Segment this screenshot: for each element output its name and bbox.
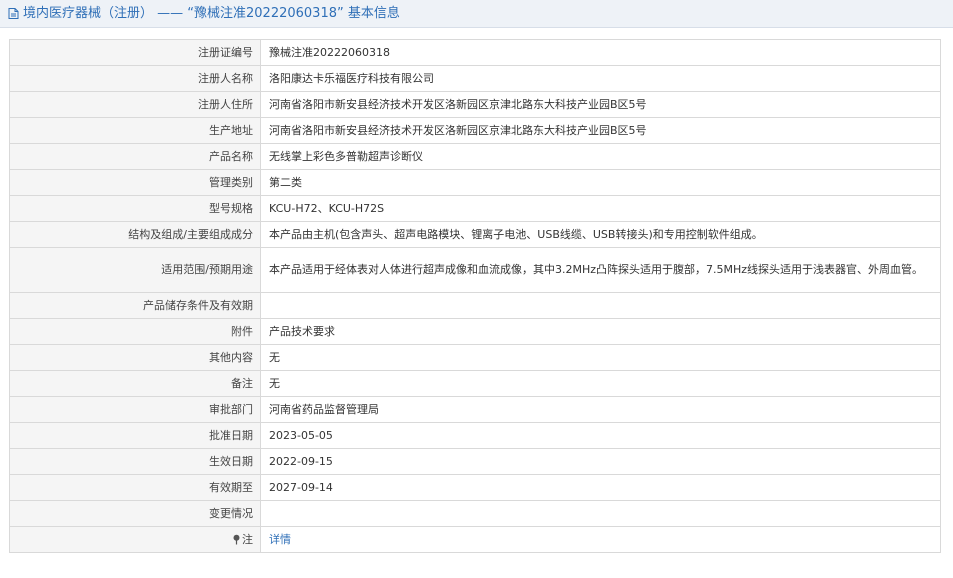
table-row-registrant-name: 注册人名称 洛阳康达卡乐福医疗科技有限公司 (9, 65, 941, 92)
field-label: 结构及组成/主要组成成分 (9, 221, 261, 248)
table-row-approval-date: 批准日期 2023-05-05 (9, 422, 941, 449)
field-label: 其他内容 (9, 344, 261, 371)
page-header: 境内医疗器械（注册） —— “豫械注准20222060318” 基本信息 (0, 0, 953, 28)
field-label: 审批部门 (9, 396, 261, 423)
field-label: 有效期至 (9, 474, 261, 501)
field-label: 注册证编号 (9, 39, 261, 66)
field-label: 注册人名称 (9, 65, 261, 92)
field-label: 适用范围/预期用途 (9, 247, 261, 293)
note-label: 注 (9, 526, 261, 553)
table-row-note: 注 详情 (9, 526, 941, 553)
field-value: 无 (260, 344, 941, 371)
field-label: 生产地址 (9, 117, 261, 144)
field-value: 2027-09-14 (260, 474, 941, 501)
field-value: 无线掌上彩色多普勒超声诊断仪 (260, 143, 941, 170)
table-row-other-content: 其他内容 无 (9, 344, 941, 371)
field-value: 2023-05-05 (260, 422, 941, 449)
field-value: 洛阳康达卡乐福医疗科技有限公司 (260, 65, 941, 92)
table-row-registration-number: 注册证编号 豫械注准20222060318 (9, 39, 941, 66)
field-value: 豫械注准20222060318 (260, 39, 941, 66)
field-value (260, 292, 941, 319)
table-row-model-spec: 型号规格 KCU-H72、KCU-H72S (9, 195, 941, 222)
page-title: 境内医疗器械（注册） —— “豫械注准20222060318” 基本信息 (23, 5, 400, 21)
table-row-storage-conditions: 产品储存条件及有效期 (9, 292, 941, 319)
field-label: 注册人住所 (9, 91, 261, 118)
field-value: 第二类 (260, 169, 941, 196)
field-value: 河南省药品监督管理局 (260, 396, 941, 423)
field-value: KCU-H72、KCU-H72S (260, 195, 941, 222)
table-row-structure-composition: 结构及组成/主要组成成分 本产品由主机(包含声头、超声电路模块、锂离子电池、US… (9, 221, 941, 248)
field-label: 生效日期 (9, 448, 261, 475)
field-label: 备注 (9, 370, 261, 397)
details-link[interactable]: 详情 (269, 533, 291, 546)
field-label: 产品名称 (9, 143, 261, 170)
field-label: 产品储存条件及有效期 (9, 292, 261, 319)
pin-icon (233, 534, 240, 544)
table-row-approval-department: 审批部门 河南省药品监督管理局 (9, 396, 941, 423)
table-row-product-name: 产品名称 无线掌上彩色多普勒超声诊断仪 (9, 143, 941, 170)
field-value: 产品技术要求 (260, 318, 941, 345)
field-value: 无 (260, 370, 941, 397)
table-row-intended-use: 适用范围/预期用途 本产品适用于经体表对人体进行超声成像和血流成像，其中3.2M… (9, 247, 941, 293)
field-value: 河南省洛阳市新安县经济技术开发区洛新园区京津北路东大科技产业园B区5号 (260, 117, 941, 144)
registration-detail-table: 注册证编号 豫械注准20222060318 注册人名称 洛阳康达卡乐福医疗科技有… (9, 39, 941, 553)
table-row-registrant-address: 注册人住所 河南省洛阳市新安县经济技术开发区洛新园区京津北路东大科技产业园B区5… (9, 91, 941, 118)
field-value: 详情 (260, 526, 941, 553)
table-row-management-category: 管理类别 第二类 (9, 169, 941, 196)
field-value: 本产品适用于经体表对人体进行超声成像和血流成像，其中3.2MHz凸阵探头适用于腹… (260, 247, 941, 293)
table-row-valid-until: 有效期至 2027-09-14 (9, 474, 941, 501)
field-label: 型号规格 (9, 195, 261, 222)
document-icon (8, 8, 19, 19)
field-value: 河南省洛阳市新安县经济技术开发区洛新园区京津北路东大科技产业园B区5号 (260, 91, 941, 118)
table-row-change-history: 变更情况 (9, 500, 941, 527)
field-label: 变更情况 (9, 500, 261, 527)
table-row-attachment: 附件 产品技术要求 (9, 318, 941, 345)
field-value: 本产品由主机(包含声头、超声电路模块、锂离子电池、USB线缆、USB转接头)和专… (260, 221, 941, 248)
field-value: 2022-09-15 (260, 448, 941, 475)
field-label: 注 (242, 532, 253, 546)
field-value (260, 500, 941, 527)
field-label: 附件 (9, 318, 261, 345)
field-label: 管理类别 (9, 169, 261, 196)
table-row-production-address: 生产地址 河南省洛阳市新安县经济技术开发区洛新园区京津北路东大科技产业园B区5号 (9, 117, 941, 144)
table-row-remarks: 备注 无 (9, 370, 941, 397)
table-row-effective-date: 生效日期 2022-09-15 (9, 448, 941, 475)
field-label: 批准日期 (9, 422, 261, 449)
